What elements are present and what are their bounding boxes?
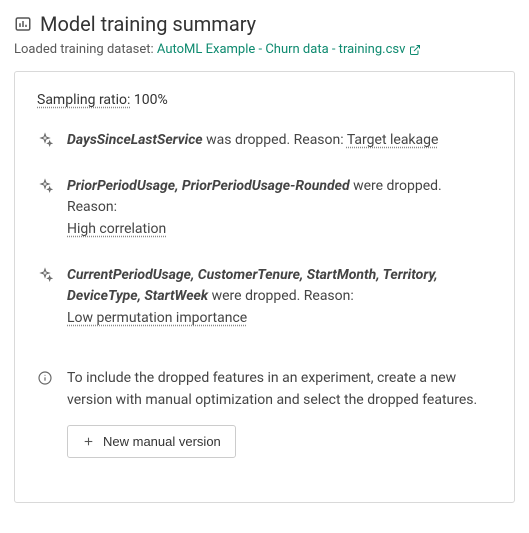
- info-section: To include the dropped features in an ex…: [37, 368, 492, 458]
- dataset-label: Loaded training dataset:: [14, 42, 154, 57]
- dropped-features: DaysSinceLastService: [67, 132, 203, 148]
- dropped-features: PriorPeriodUsage, PriorPeriodUsage-Round…: [67, 178, 350, 194]
- page-header: Model training summary: [14, 12, 515, 36]
- bar-chart-icon: [14, 15, 32, 33]
- new-manual-version-label: New manual version: [103, 434, 221, 449]
- drop-reason-prefix: Reason:: [67, 197, 492, 219]
- drop-item: DaysSinceLastService was dropped. Reason…: [37, 130, 492, 152]
- sampling-value: 100%: [134, 92, 168, 108]
- page-title: Model training summary: [40, 12, 256, 36]
- info-body: To include the dropped features in an ex…: [67, 368, 492, 458]
- plus-icon: [82, 435, 95, 448]
- dataset-link-text: AutoML Example - Churn data - training.c…: [157, 42, 405, 57]
- new-manual-version-button[interactable]: New manual version: [67, 425, 236, 458]
- drop-item: CurrentPeriodUsage, CustomerTenure, Star…: [37, 265, 492, 330]
- drop-item-body: CurrentPeriodUsage, CustomerTenure, Star…: [67, 265, 492, 330]
- dataset-row: Loaded training dataset: AutoML Example …: [14, 42, 515, 57]
- drop-item: PriorPeriodUsage, PriorPeriodUsage-Round…: [37, 176, 492, 241]
- sampling-label: Sampling ratio:: [37, 92, 130, 108]
- external-link-icon: [409, 44, 421, 56]
- drop-suffix: were dropped.: [350, 178, 442, 194]
- sampling-row: Sampling ratio: 100%: [37, 92, 492, 108]
- sparkle-icon: [37, 132, 53, 148]
- drop-reason: Target leakage: [347, 132, 439, 148]
- sparkle-icon: [37, 267, 53, 283]
- drop-item-body: DaysSinceLastService was dropped. Reason…: [67, 130, 492, 152]
- dataset-link[interactable]: AutoML Example - Churn data - training.c…: [157, 42, 421, 57]
- drop-reason: Low permutation importance: [67, 310, 247, 326]
- drop-suffix: were dropped. Reason:: [208, 288, 354, 304]
- summary-card: Sampling ratio: 100% DaysSinceLastServic…: [14, 71, 515, 503]
- drop-item-body: PriorPeriodUsage, PriorPeriodUsage-Round…: [67, 176, 492, 241]
- drop-suffix: was dropped. Reason:: [203, 132, 347, 148]
- info-text: To include the dropped features in an ex…: [67, 368, 492, 411]
- sparkle-icon: [37, 178, 53, 194]
- drop-reason: High correlation: [67, 221, 166, 237]
- info-icon: [37, 370, 53, 386]
